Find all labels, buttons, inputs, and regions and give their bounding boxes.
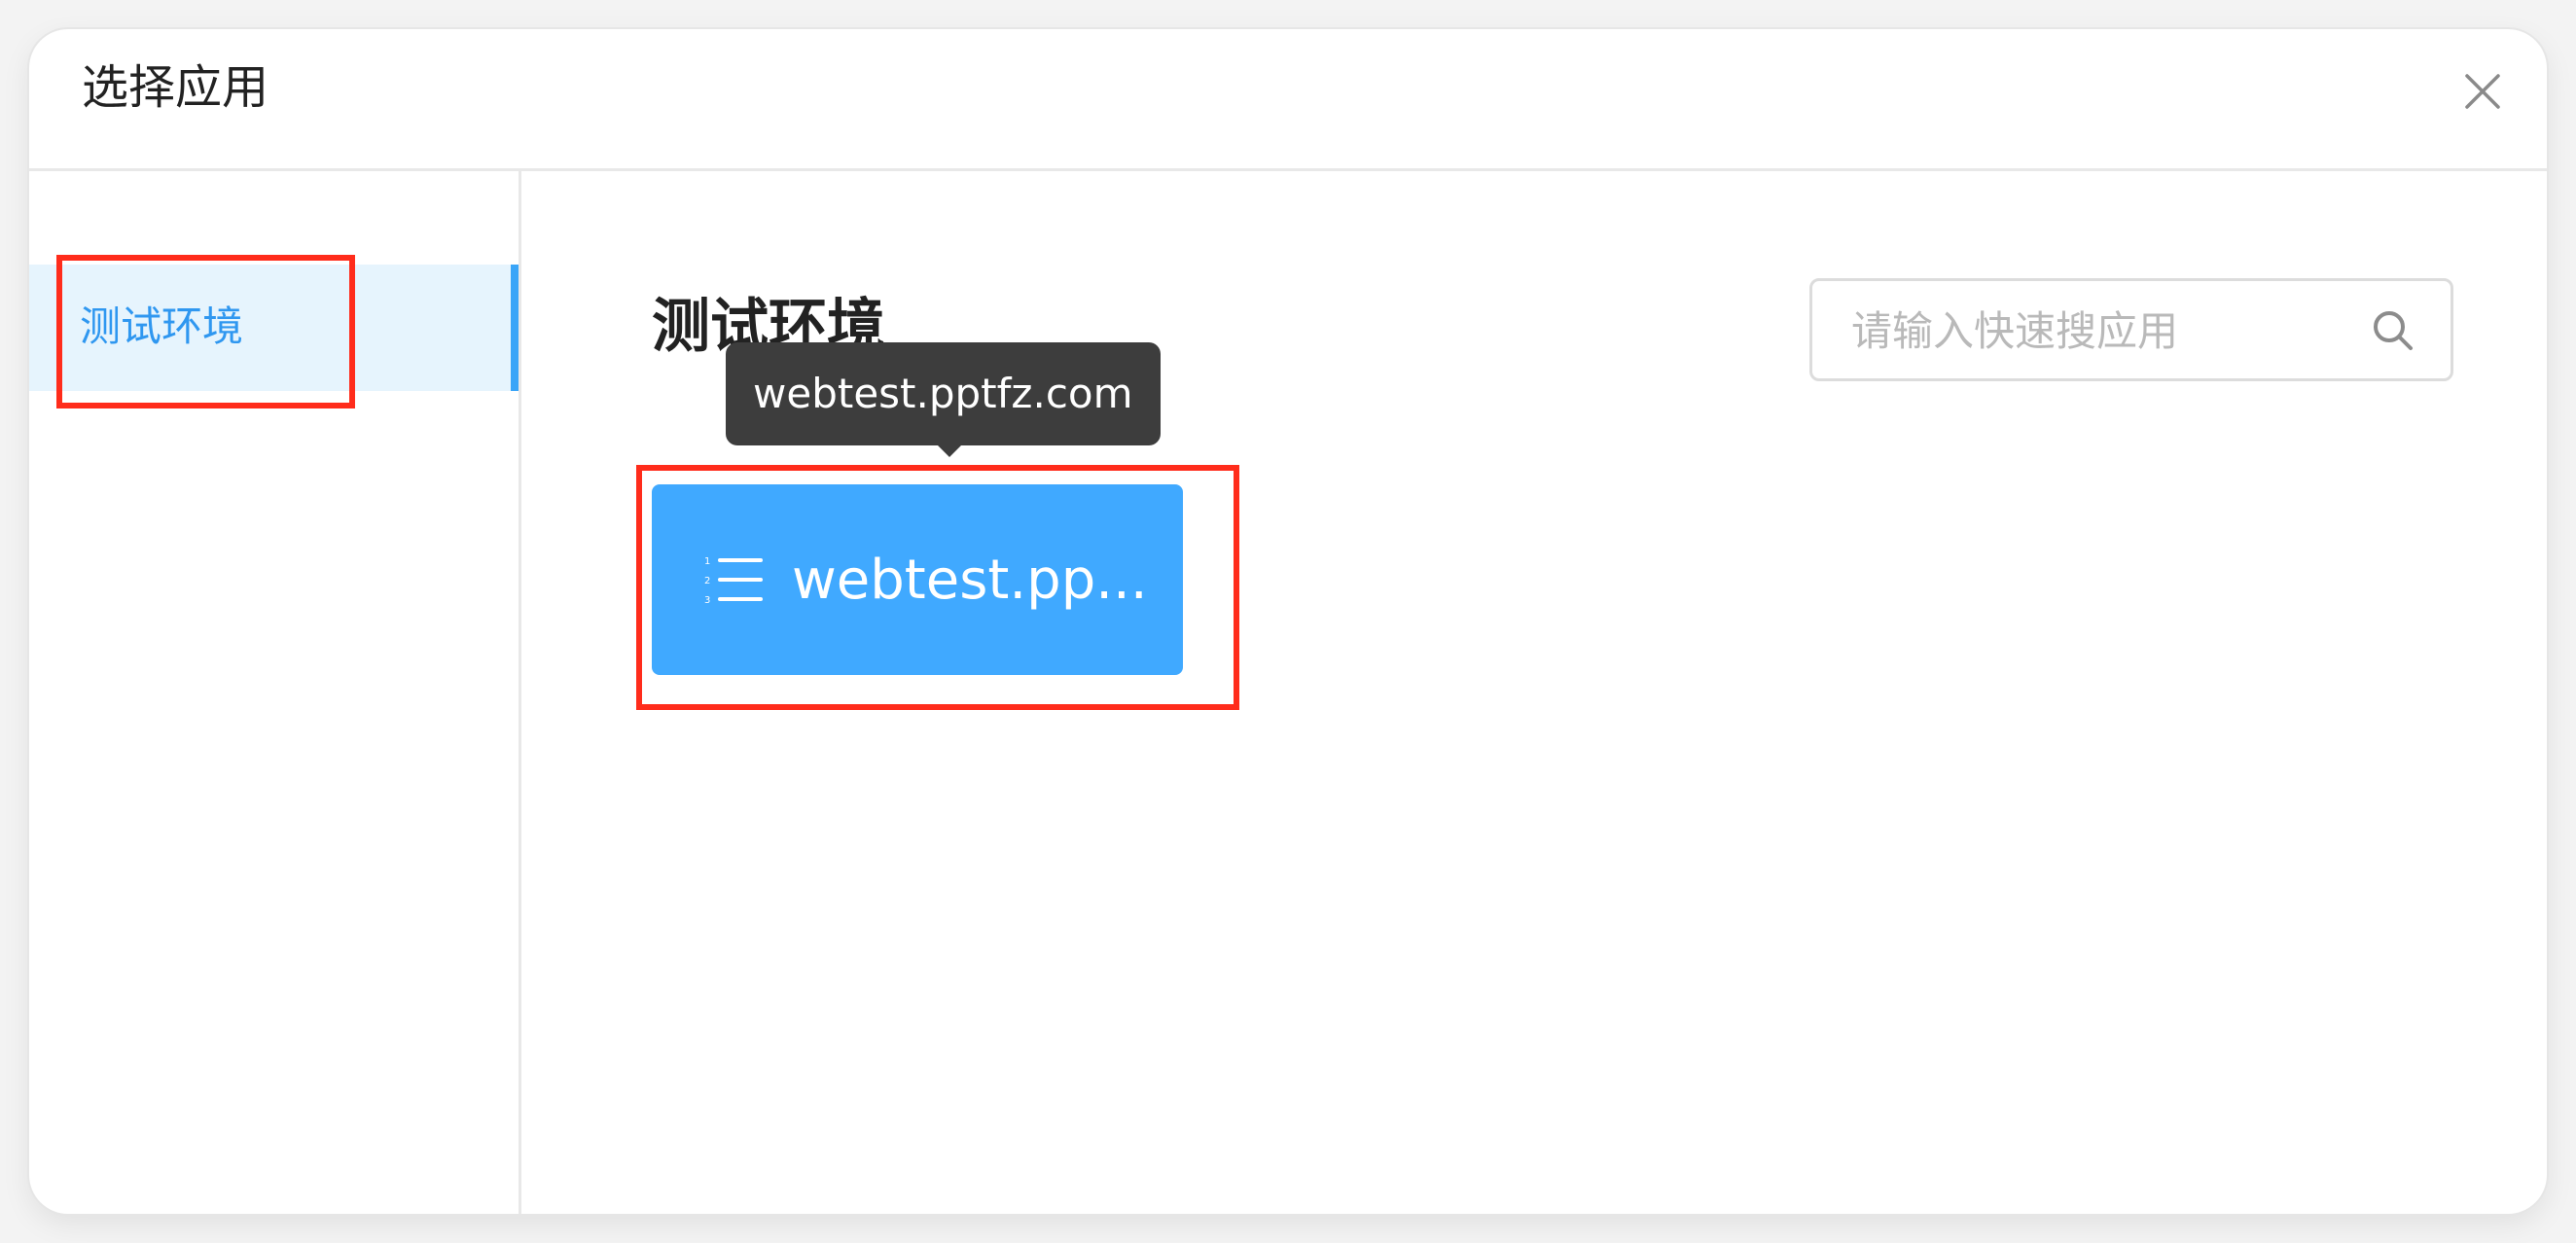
svg-text:1: 1 xyxy=(704,556,710,567)
sidebar: 测试环境 xyxy=(29,171,521,1214)
sidebar-item-label: 测试环境 xyxy=(80,302,244,350)
main-panel: 测试环境 1 2 3 xyxy=(521,171,2547,1214)
search-input[interactable] xyxy=(1849,281,2359,380)
select-app-dialog: 选择应用 测试环境 测试环境 请输入快速搜应用 1 2 3 webtest.pp… xyxy=(29,29,2547,1214)
app-tooltip: webtest.pptfz.com xyxy=(726,342,1161,445)
svg-text:3: 3 xyxy=(704,595,710,605)
app-card[interactable]: 1 2 3 webtest.pp... xyxy=(652,484,1183,675)
dialog-header: 选择应用 xyxy=(29,29,2547,171)
tooltip-arrow xyxy=(938,445,961,457)
sidebar-item-test-environment[interactable]: 测试环境 xyxy=(29,265,519,391)
app-card-wrap: 1 2 3 webtest.pp... xyxy=(652,484,1183,675)
dialog-title: 选择应用 xyxy=(82,60,269,115)
ordered-list-icon: 1 2 3 xyxy=(704,556,763,605)
search-icon[interactable] xyxy=(2369,306,2417,355)
svg-text:2: 2 xyxy=(704,576,710,586)
page: 选择应用 测试环境 测试环境 请输入快速搜应用 1 2 3 webtest.pp… xyxy=(0,0,2576,1243)
close-icon xyxy=(2465,74,2500,109)
close-button[interactable] xyxy=(2451,60,2514,123)
app-name: webtest.pp... xyxy=(792,549,1148,612)
search-box[interactable] xyxy=(1809,278,2453,381)
